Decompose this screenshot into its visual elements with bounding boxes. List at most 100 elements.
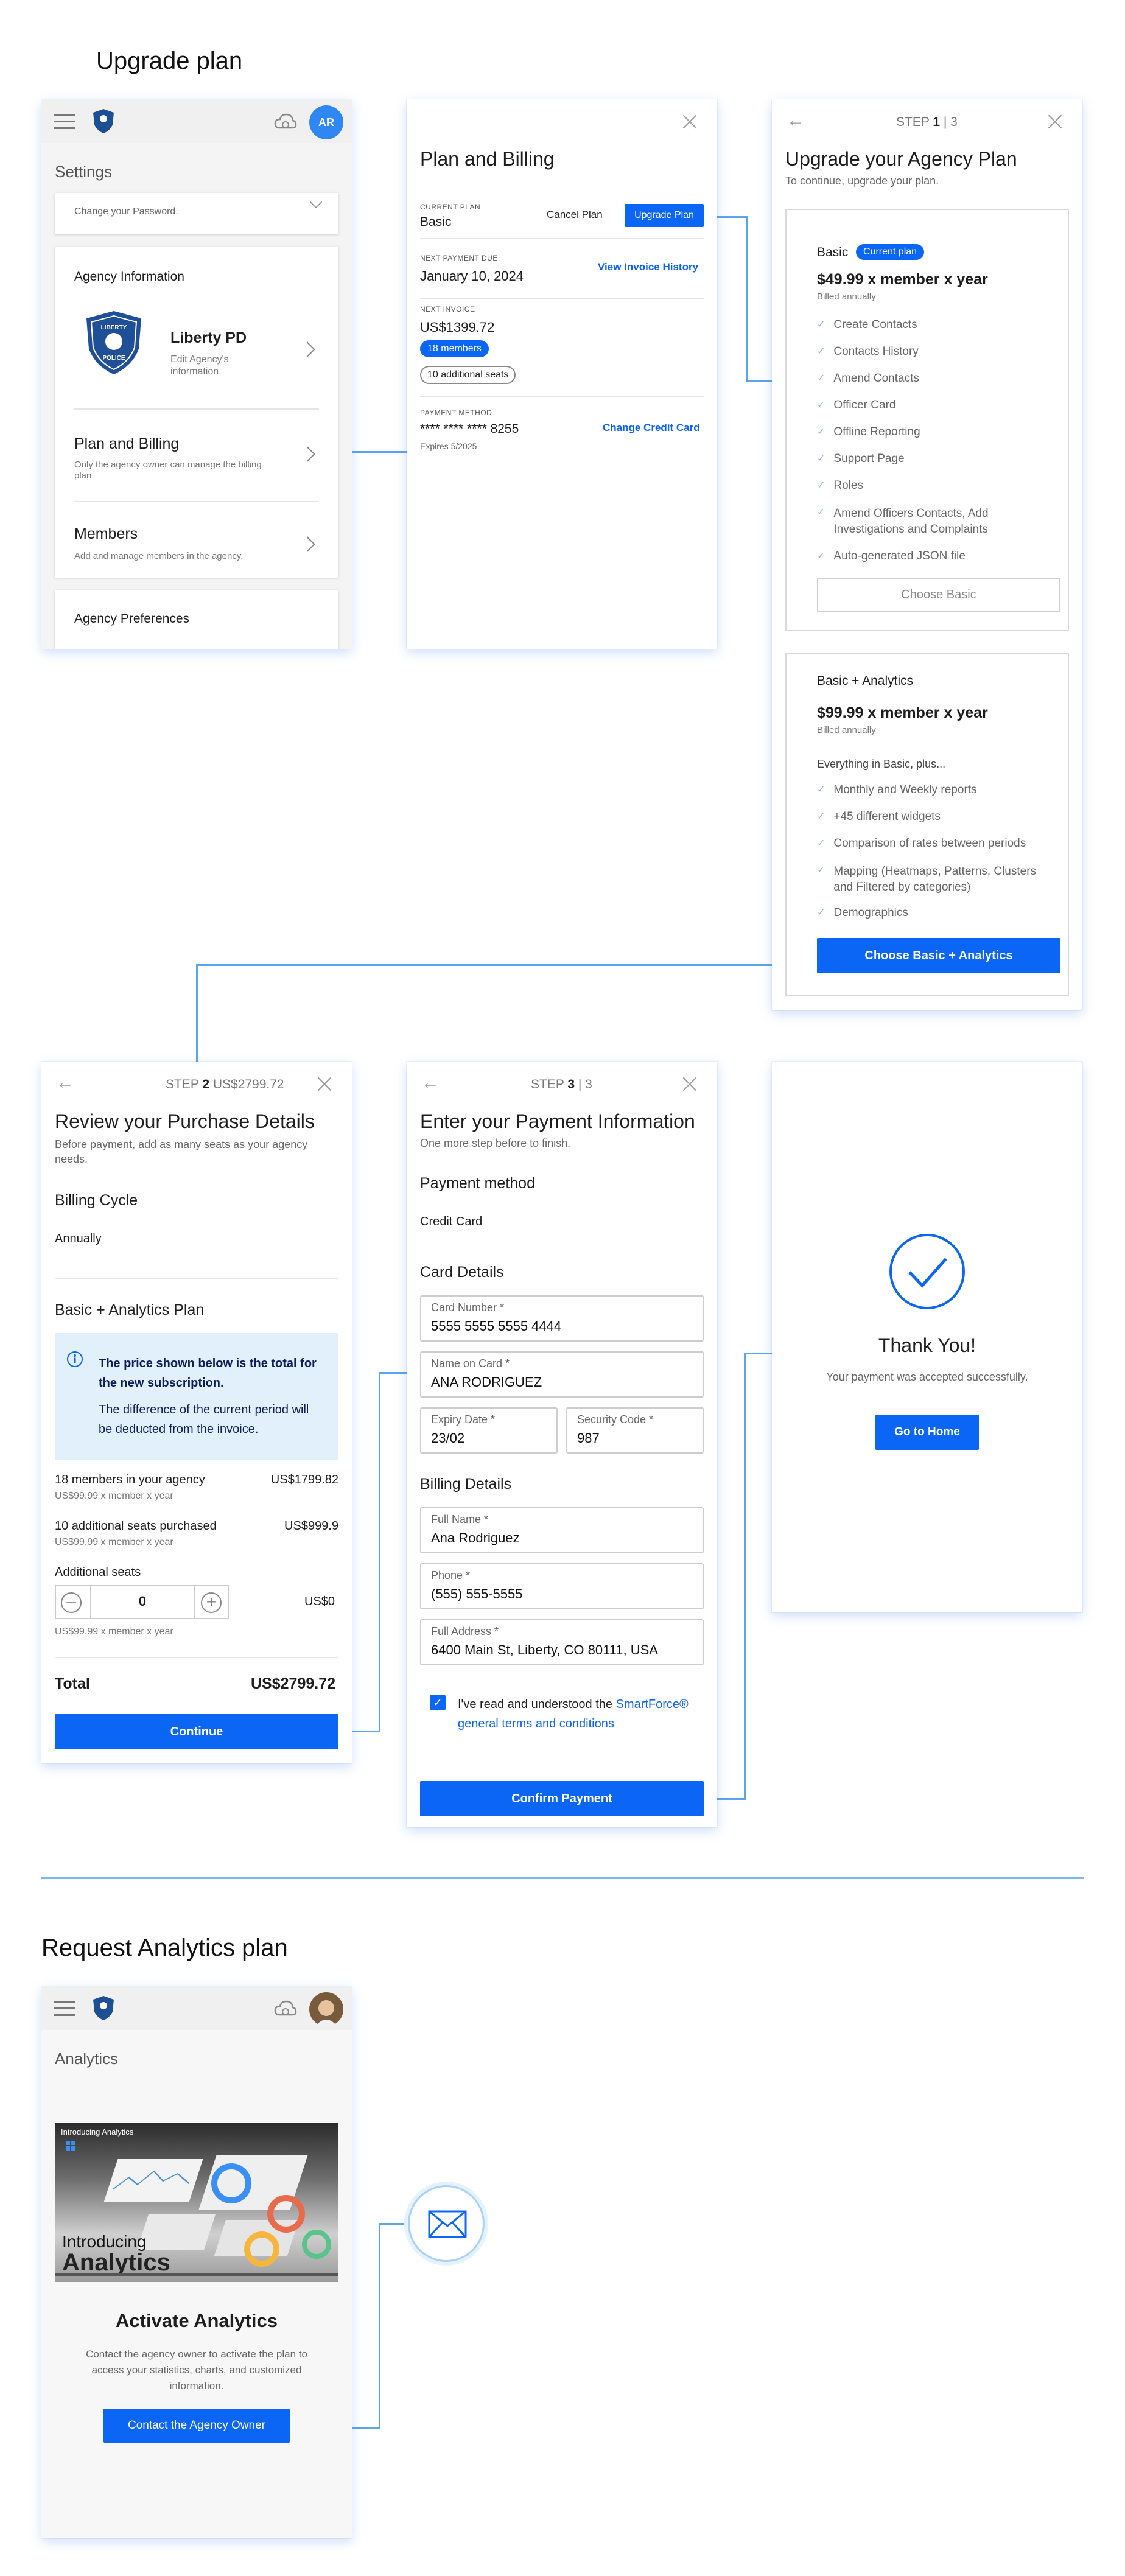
connector	[379, 2223, 409, 2225]
cloud-sync-icon[interactable]	[273, 110, 297, 135]
basic-plan-card: Basic Current plan $49.99 x member x yea…	[785, 209, 1069, 631]
chevron-right-icon	[300, 536, 315, 552]
terms-text: I've read and understood the SmartForce®…	[458, 1698, 689, 1731]
back-arrow-icon[interactable]: ←	[56, 1074, 74, 1092]
feature-item: ✓ Amend Officers Contacts, Add Investigat…	[817, 507, 989, 536]
contact-owner-button[interactable]: Contact the Agency Owner	[103, 2409, 290, 2443]
avatar[interactable]: AR	[309, 105, 343, 139]
address-field[interactable]: Full Address * 6400 Main St, Liberty, CO …	[420, 1619, 704, 1665]
feature-item: ✓ +45 different widgets	[817, 810, 941, 823]
close-icon[interactable]	[682, 1076, 698, 1092]
view-invoice-link[interactable]: View Invoice History	[598, 261, 698, 273]
info-box: The price shown below is the total for t…	[55, 1333, 338, 1460]
expiry-date-field[interactable]: Expiry Date * 23/02	[420, 1407, 558, 1454]
plan-billing-screen: Plan and Billing CURRENT PLAN Basic Canc…	[407, 99, 717, 649]
agency-row[interactable]: LIBERTY POLICE Liberty PD Edit Agency's …	[55, 307, 338, 393]
continue-button[interactable]: Continue	[55, 1714, 338, 1749]
agency-logo-icon	[93, 109, 114, 133]
close-icon[interactable]	[682, 114, 698, 130]
feature-item: ✓ Comparison of rates between periods	[817, 837, 1026, 850]
feature-item: ✓ Contacts History	[817, 345, 919, 358]
step1-title: Upgrade your Agency Plan	[785, 148, 1017, 170]
card-number-field[interactable]: Card Number * 5555 5555 5555 4444	[420, 1295, 704, 1342]
password-card[interactable]: Change your Password.	[55, 193, 338, 234]
page-title: Analytics	[55, 2049, 119, 2068]
close-icon[interactable]	[317, 1076, 332, 1092]
settings-list: Agency Information LIBERTY POLICE Libert…	[55, 247, 338, 578]
connector	[379, 1372, 408, 1374]
envelope-icon	[428, 2210, 467, 2238]
seats-stepper[interactable]: – 0 +	[55, 1585, 229, 1619]
line-item: 10 additional seats purchased US$999.9 U…	[55, 1519, 338, 1547]
activate-heading: Activate Analytics	[116, 2310, 278, 2331]
agency-info-title: Agency Information	[74, 270, 184, 284]
intro-video[interactable]: Introducing Analytics Introducing Analyt…	[55, 2123, 338, 2282]
confirm-payment-button[interactable]: Confirm Payment	[420, 1781, 704, 1816]
analytics-plan-card: Basic + Analytics $99.99 x member x year…	[785, 653, 1069, 996]
go-home-button[interactable]: Go to Home	[875, 1415, 979, 1450]
svg-text:POLICE: POLICE	[102, 355, 125, 362]
choose-analytics-button[interactable]: Choose Basic + Analytics	[817, 938, 1060, 973]
user-avatar[interactable]	[309, 1992, 343, 2026]
choose-basic-button[interactable]: Choose Basic	[817, 578, 1060, 612]
back-arrow-icon[interactable]: ←	[421, 1074, 440, 1092]
step3-title: Enter your Payment Information	[420, 1110, 695, 1132]
plus-icon[interactable]: +	[201, 1592, 222, 1613]
connector	[746, 216, 748, 380]
billing-title: Plan and Billing	[420, 148, 555, 170]
feature-item: ✓ Monthly and Weekly reports	[817, 783, 977, 796]
section-divider	[41, 1877, 1084, 1879]
close-icon[interactable]	[1047, 114, 1063, 130]
step3-screen: ← STEP 3 | 3 Enter your Payment Informat…	[407, 1062, 717, 1827]
feature-item: ✓ Officer Card	[817, 399, 896, 411]
plan-billing-title: Plan and Billing	[74, 435, 180, 452]
connector	[379, 1372, 380, 1732]
security-code-field[interactable]: Security Code * 987	[566, 1407, 704, 1454]
email-badge	[408, 2185, 485, 2262]
settings-screen: AR Settings Change your Password. Agency…	[41, 99, 352, 649]
step1-screen: ← STEP 1 | 3 Upgrade your Agency Plan To…	[772, 99, 1082, 1010]
members-row[interactable]: Members Add and manage members in the ag…	[55, 502, 338, 578]
name-on-card-field[interactable]: Name on Card * ANA RODRIGUEZ	[420, 1351, 704, 1398]
next-payment-due: January 10, 2024	[420, 268, 524, 284]
chevron-right-icon	[300, 341, 315, 357]
current-plan-badge: Current plan	[856, 244, 925, 260]
members-badge: 18 members	[420, 340, 489, 357]
analytics-screen: Analytics Introducing Analytics Introduc…	[41, 1986, 352, 2538]
video-progress[interactable]	[55, 2273, 338, 2276]
back-arrow-icon[interactable]: ←	[787, 111, 805, 130]
step-indicator: STEP 3 | 3	[531, 1077, 592, 1091]
connector	[196, 964, 805, 966]
seats-quantity[interactable]: 0	[93, 1594, 192, 1609]
billing-cycle-value: Annually	[55, 1232, 102, 1245]
minus-icon[interactable]: –	[61, 1592, 82, 1613]
total-amount: US$2799.72	[251, 1675, 336, 1692]
hamburger-menu-icon[interactable]	[54, 114, 75, 130]
cancel-plan-button[interactable]: Cancel Plan	[547, 209, 603, 221]
connector	[196, 964, 198, 1062]
plan-billing-row[interactable]: Plan and Billing Only the agency owner c…	[55, 411, 338, 501]
step-indicator: STEP 1 | 3	[896, 115, 958, 129]
hamburger-menu-icon[interactable]	[54, 2001, 75, 2017]
liberty-police-badge: LIBERTY POLICE	[86, 311, 141, 374]
terms-checkbox[interactable]: ✓	[430, 1695, 446, 1710]
change-card-link[interactable]: Change Credit Card	[603, 422, 700, 434]
current-plan: Basic	[420, 215, 452, 229]
info-icon	[67, 1351, 83, 1367]
cloud-sync-icon[interactable]	[273, 1997, 297, 2021]
feature-item: ✓ Amend Contacts	[817, 372, 919, 385]
chevron-right-icon	[300, 446, 315, 462]
full-name-field[interactable]: Full Name * Ana Rodriguez	[420, 1507, 704, 1553]
agency-preferences-card[interactable]: Agency Preferences	[55, 590, 338, 649]
step2-screen: ← STEP 2 US$2799.72 Review your Purchase…	[41, 1062, 352, 1763]
section-title-upgrade: Upgrade plan	[96, 47, 243, 74]
step2-title: Review your Purchase Details	[55, 1110, 315, 1132]
payment-method-value: Credit Card	[420, 1215, 483, 1228]
phone-field[interactable]: Phone * (555) 555-5555	[420, 1563, 704, 1609]
page-title: Settings	[55, 163, 112, 181]
success-check-icon	[889, 1234, 965, 1309]
step-indicator: STEP 2 US$2799.72	[166, 1077, 284, 1091]
upgrade-plan-button[interactable]: Upgrade Plan	[625, 204, 704, 227]
next-invoice: US$1399.72	[420, 320, 495, 335]
connector	[744, 1353, 772, 1354]
